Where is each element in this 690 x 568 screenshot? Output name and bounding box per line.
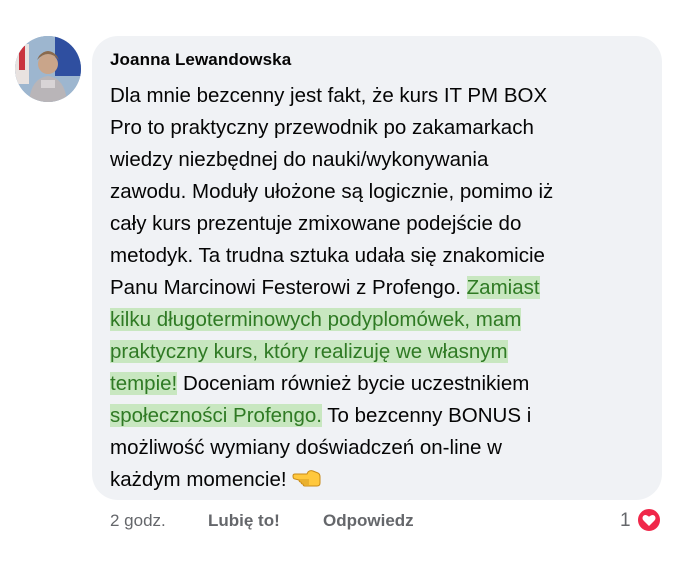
comment-line: Dla mnie bezcenny jest fakt, że kurs IT … (110, 84, 548, 107)
comment-text-segment: Panu Marcinowi Festerowi z Profengo. (110, 276, 461, 299)
comment-text-segment: To bezcenny BONUS i (327, 404, 532, 427)
avatar[interactable] (15, 36, 81, 102)
comment-line: praktyczny kurs, który realizuję we włas… (110, 336, 650, 368)
reaction-count: 1 (620, 510, 631, 531)
comment-line: kilku długoterminowych podyplomówek, mam (110, 304, 650, 336)
heart-icon (636, 507, 662, 533)
comment-line: możliwość wymiany doświadczeń on-line w (110, 436, 502, 459)
comment-text: Dla mnie bezcenny jest fakt, że kurs IT … (110, 80, 650, 496)
comment-line: zawodu. Moduły ułożone są logicznie, pom… (110, 180, 554, 203)
comment-text-segment: Doceniam również bycie uczestnikiem (182, 372, 530, 395)
backhand-index-pointing-left-icon (291, 467, 321, 487)
highlighted-text: Zamiast (466, 276, 540, 299)
timestamp[interactable]: 2 godz. (110, 511, 166, 531)
reply-button[interactable]: Odpowiedz (323, 511, 414, 531)
comment-line: Pro to praktyczny przewodnik po zakamark… (110, 116, 534, 139)
highlighted-text: kilku długoterminowych podyplomówek, mam (110, 308, 522, 331)
comment-line: społeczności Profengo. To bezcenny BONUS… (110, 400, 650, 432)
like-button[interactable]: Lubię to! (208, 511, 280, 531)
highlighted-text: praktyczny kurs, który realizuję we włas… (110, 340, 508, 363)
highlighted-text: tempie! (110, 372, 178, 395)
highlighted-text: społeczności Profengo. (110, 404, 322, 427)
comment-line: każdym momencie! (110, 464, 650, 496)
comment-line: wiedzy niezbędnej do nauki/wykonywania (110, 148, 489, 171)
comment-line: tempie! Doceniam również bycie uczestnik… (110, 368, 650, 400)
comment-line: Panu Marcinowi Festerowi z Profengo. Zam… (110, 272, 650, 304)
comment-line: cały kurs prezentuje zmixowane podejście… (110, 212, 522, 235)
comment-author[interactable]: Joanna Lewandowska (110, 50, 291, 70)
comment-line: metodyk. Ta trudna sztuka udała się znak… (110, 244, 545, 267)
comment-text-segment: każdym momencie! (110, 468, 287, 491)
